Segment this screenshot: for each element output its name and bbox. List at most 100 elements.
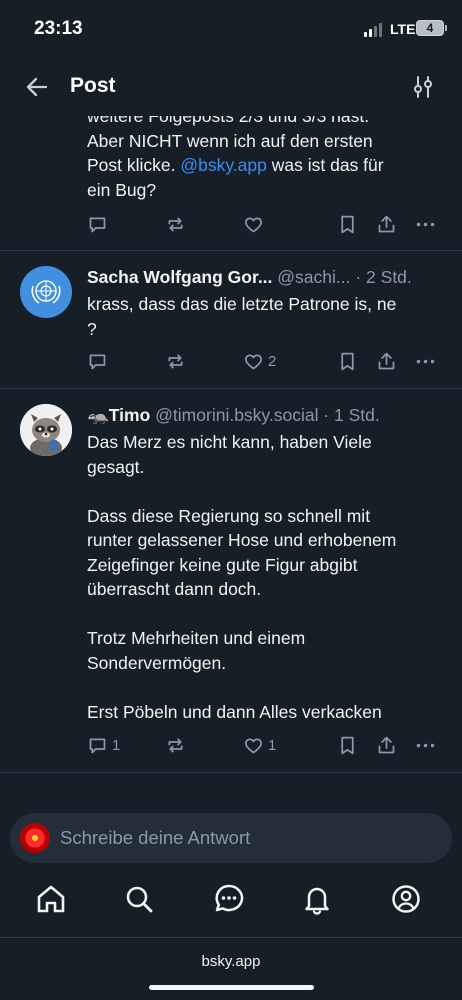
- post-line: Sondervermögen.: [87, 652, 227, 673]
- post-line: krass, dass das die letzte Patrone is, n…: [87, 294, 397, 314]
- post-line-start: Post klicke.: [87, 155, 176, 175]
- author-name[interactable]: Timo: [109, 405, 151, 425]
- network-label: LTE: [390, 21, 416, 37]
- header: Post: [0, 58, 462, 116]
- repost-button[interactable]: [165, 349, 186, 373]
- like-button[interactable]: 2: [243, 349, 276, 373]
- bookmark-button[interactable]: [337, 349, 358, 373]
- share-button[interactable]: [376, 733, 397, 757]
- bell-icon[interactable]: [300, 882, 334, 916]
- sliders-icon[interactable]: [410, 74, 436, 100]
- reply-button[interactable]: 1: [87, 733, 120, 757]
- bookmark-icon: [341, 215, 354, 233]
- post-line: Zeigefinger keine gute Figur abgibt: [87, 554, 358, 575]
- author-handle[interactable]: @timorini.bsky.social: [155, 405, 318, 425]
- reply-count: 1: [112, 736, 121, 754]
- post-line: runter gelassener Hose und erhobenem: [87, 530, 397, 550]
- post-line: Erst Pöbeln und dann Alles verkacken: [87, 701, 382, 722]
- chat-icon[interactable]: [212, 882, 246, 916]
- un-emblem-icon: [20, 266, 72, 318]
- home-icon[interactable]: [34, 882, 68, 916]
- page-title: Post: [70, 74, 116, 97]
- status-time: 23:13: [34, 18, 83, 39]
- more-icon: [416, 359, 435, 363]
- raccoon-avatar-icon: [20, 404, 72, 456]
- repost-icon: [168, 354, 183, 368]
- mention-link[interactable]: @bsky.app: [180, 155, 267, 175]
- post-actions: [87, 212, 447, 236]
- battery-level: 4: [426, 21, 434, 35]
- post-item[interactable]: weitere Folgeposts 2/3 und 3/3 hast. Abe…: [0, 116, 462, 250]
- browser-bar: bsky.app: [0, 937, 462, 1000]
- battery-tip: [445, 25, 447, 31]
- bookmark-button[interactable]: [337, 733, 358, 757]
- share-icon: [378, 215, 395, 232]
- like-button[interactable]: [243, 212, 264, 236]
- more-icon: [416, 743, 435, 747]
- post-time: · 1 Std.: [318, 405, 380, 425]
- more-icon: [416, 222, 435, 226]
- heart-icon: [244, 738, 263, 753]
- reply-icon: [89, 354, 106, 369]
- share-icon: [378, 736, 395, 753]
- search-icon[interactable]: [122, 882, 156, 916]
- post-line: Post klicke. @bsky.app was ist das für: [87, 153, 437, 178]
- post-line: Dass diese Regierung so schnell mit: [87, 505, 371, 526]
- bookmark-icon: [341, 352, 354, 370]
- post-line: [87, 602, 437, 627]
- signal-icon: [364, 23, 384, 37]
- reply-icon: [89, 217, 106, 232]
- repost-icon: [168, 217, 183, 231]
- author-emoji: 🦡: [87, 405, 109, 425]
- bottom-nav: [0, 872, 462, 936]
- post-actions: 1 1: [87, 733, 447, 757]
- share-button[interactable]: [376, 349, 397, 373]
- like-count: 2: [268, 352, 277, 370]
- divider: [0, 772, 462, 773]
- share-icon: [378, 352, 395, 369]
- battery-icon: 4: [416, 20, 444, 36]
- more-button[interactable]: [415, 349, 436, 373]
- author-name[interactable]: Sacha Wolfgang Gor...: [87, 267, 272, 287]
- reply-button[interactable]: [87, 212, 112, 236]
- post-item[interactable]: 🦡Timo @timorini.bsky.social · 1 Std. Das…: [0, 389, 462, 772]
- reply-button[interactable]: [87, 349, 112, 373]
- url-label[interactable]: bsky.app: [0, 953, 462, 970]
- heart-icon: [244, 354, 263, 369]
- bookmark-icon: [341, 736, 354, 754]
- repost-button[interactable]: [165, 733, 186, 757]
- status-bar: 23:13 LTE 4: [0, 0, 462, 58]
- arrow-left-icon[interactable]: [24, 74, 50, 100]
- post-item[interactable]: Sacha Wolfgang Gor... @sachi... · 2 Std.…: [0, 251, 462, 388]
- post-line: Aber NICHT wenn ich auf den ersten: [87, 130, 373, 151]
- reply-composer[interactable]: Schreibe deine Antwort: [10, 813, 452, 863]
- author-handle[interactable]: @sachi...: [277, 267, 350, 287]
- post-line: Das Merz es nicht kann, haben Viele: [87, 432, 372, 452]
- share-button[interactable]: [376, 212, 397, 236]
- post-line: gesagt.: [87, 456, 145, 477]
- repost-button[interactable]: [165, 212, 186, 236]
- post-line: weitere Folgeposts 2/3 und 3/3 hast.: [87, 116, 370, 126]
- profile-icon[interactable]: [389, 882, 423, 916]
- avatar[interactable]: [20, 404, 72, 456]
- post-line: ein Bug?: [87, 179, 157, 200]
- like-button[interactable]: 1: [243, 733, 276, 757]
- more-button[interactable]: [415, 212, 436, 236]
- post-line: [87, 479, 437, 504]
- heart-icon: [244, 217, 263, 232]
- post-line: überrascht dann doch.: [87, 579, 262, 599]
- post-header: 🦡Timo @timorini.bsky.social · 1 Std.: [87, 405, 447, 426]
- avatar[interactable]: [20, 266, 72, 318]
- post-time: · 2 Std.: [350, 267, 412, 287]
- more-button[interactable]: [415, 733, 436, 757]
- reply-icon: [89, 738, 106, 753]
- post-text: krass, dass das die letzte Patrone is, n…: [87, 292, 437, 341]
- post-actions: 2: [87, 349, 447, 373]
- thread-feed[interactable]: weitere Folgeposts 2/3 und 3/3 hast. Abe…: [0, 116, 462, 796]
- post-text: Das Merz es nicht kann, haben Viele gesa…: [87, 430, 437, 724]
- reply-placeholder: Schreibe deine Antwort: [60, 827, 251, 848]
- home-indicator[interactable]: [149, 985, 314, 990]
- post-header: Sacha Wolfgang Gor... @sachi... · 2 Std.: [87, 267, 447, 288]
- like-count: 1: [268, 736, 277, 754]
- bookmark-button[interactable]: [337, 212, 358, 236]
